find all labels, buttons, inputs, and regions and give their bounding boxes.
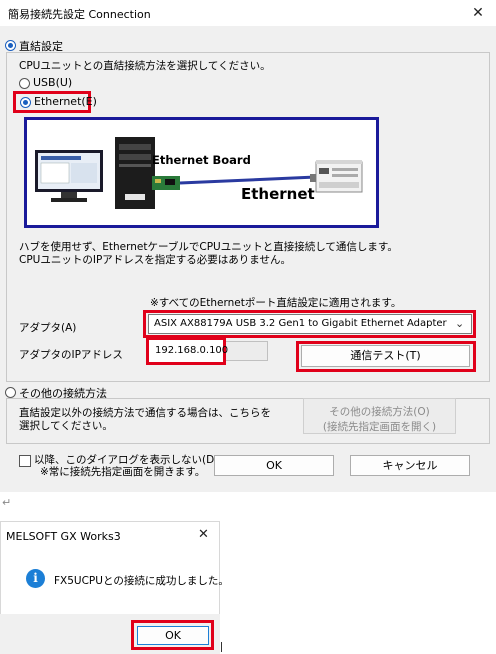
- cable-label: Ethernet: [241, 185, 315, 203]
- dialog-title: 簡易接続先設定 Connection: [8, 8, 151, 21]
- other-button-line1: その他の接続方法(O): [329, 406, 430, 418]
- close-icon[interactable]: ✕: [466, 3, 490, 23]
- direct-description: CPUユニットとの直結接続方法を選択してください。: [19, 60, 271, 72]
- communication-test-button[interactable]: 通信テスト(T): [301, 345, 470, 367]
- message-box-close-icon[interactable]: ✕: [198, 527, 209, 542]
- ip-value: 192.168.0.100: [155, 345, 229, 356]
- board-label: Ethernet Board: [152, 153, 251, 167]
- text-caret: [221, 642, 222, 652]
- message-box-title: MELSOFT GX Works3: [6, 530, 121, 543]
- usb-radio[interactable]: [19, 78, 30, 89]
- adapter-select[interactable]: ASIX AX88179A USB 3.2 Gen1 to Gigabit Et…: [148, 314, 472, 334]
- adapter-label: アダプタ(A): [19, 322, 77, 334]
- ethernet-cable: [179, 175, 317, 185]
- dont-show-checkbox[interactable]: [19, 455, 31, 467]
- dont-show-note: ※常に接続先指定画面を開きます。: [40, 466, 206, 478]
- hub-note-line2: CPUユニットのIPアドレスを指定する必要はありません。: [19, 254, 291, 266]
- ethernet-radio[interactable]: [20, 97, 31, 108]
- direct-connection-radio[interactable]: [5, 40, 16, 51]
- apply-note: ※すべてのEthernetポート直結設定に適用されます。: [150, 297, 402, 309]
- info-icon: i: [26, 569, 45, 588]
- message-text: FX5UCPUとの接続に成功しました。: [54, 575, 229, 587]
- message-ok-button[interactable]: OK: [137, 626, 209, 645]
- illustration-canvas: [27, 120, 376, 225]
- other-connection-button[interactable]: その他の接続方法(O) (接続先指定画面を開く): [303, 398, 456, 434]
- ethernet-label[interactable]: Ethernet(E): [34, 95, 97, 108]
- usb-label[interactable]: USB(U): [33, 76, 72, 89]
- network-diagram: [35, 137, 363, 209]
- ok-button[interactable]: OK: [214, 455, 334, 476]
- cancel-button[interactable]: キャンセル: [350, 455, 470, 476]
- other-description-line2: 選択してください。: [19, 420, 113, 432]
- connection-dialog: 簡易接続先設定 Connection ✕ 直結設定 CPUユニットとの直結接続方…: [0, 0, 496, 492]
- paragraph-mark: ↵: [2, 496, 12, 509]
- other-button-line2: (接続先指定画面を開く): [322, 421, 437, 433]
- adapter-select-value: ASIX AX88179A USB 3.2 Gen1 to Gigabit Et…: [154, 318, 447, 329]
- ip-label: アダプタのIPアドレス: [19, 349, 123, 361]
- chevron-down-icon: ⌄: [455, 317, 465, 330]
- other-connection-radio[interactable]: [5, 387, 16, 398]
